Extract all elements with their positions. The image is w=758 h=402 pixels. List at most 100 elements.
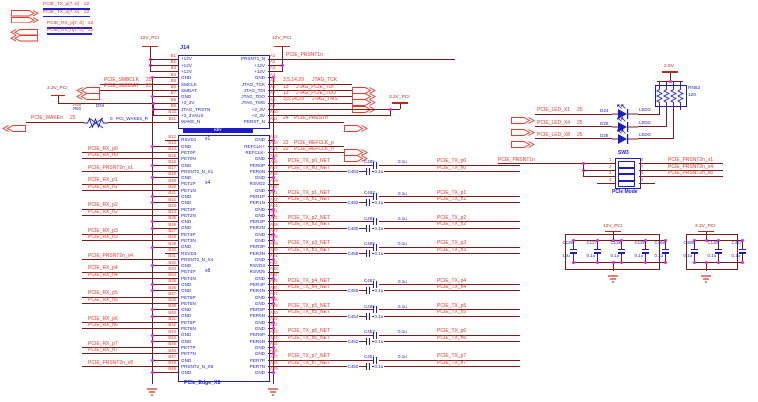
cap-value: 0.1u [398,241,407,247]
pin-name: GND [181,94,192,100]
wire [108,121,178,123]
pin-name: PER6P [249,332,265,338]
pin-number: A23 [270,202,278,208]
switch-segment [618,161,635,168]
bus-wire [47,33,92,36]
cap-value: 0.1u [610,252,620,258]
pin-name: PER3P [249,244,265,250]
pin-number: A37 [270,290,278,296]
wire [153,115,178,117]
wire [597,182,615,184]
pin-number: B21 [168,190,176,196]
pin-number: B29 [168,240,176,246]
pin-name: PET2N [181,212,196,218]
net-label: PCIE_TX_p3 [437,240,467,247]
resistor-dni-icon [84,116,108,129]
pin-name: GND [254,156,265,162]
capacitor-icon [690,248,698,250]
capacitor-icon [569,248,577,250]
power-label: 12V_PCI [140,35,160,41]
pin-number: B7 [170,90,176,96]
resistor-icon [669,86,678,104]
wire [666,103,667,127]
cap-ref: C452 [347,338,359,344]
pin-number: B44 [168,334,176,340]
cap-ref: C453 [364,328,375,334]
led-ref: D24 [600,108,609,114]
pin-name: GND [254,370,265,376]
net-label: PCIE_TX_p6_NET [288,328,330,335]
cap-ref: C487 [731,240,743,246]
pin-name: GND [254,294,265,300]
cap-ref: C484 [347,168,359,174]
wire [150,64,178,66]
cap-value: 0.1u [374,200,384,206]
cap-ref: C127 [586,240,598,246]
pin-name: GND [254,206,265,212]
net-label: PCIE_TX_n6_NET [288,334,330,341]
pin-name: GND [181,200,192,206]
net-label: PCIE_TX_n2_NET [288,221,330,228]
page-ref: 22 [88,27,94,33]
pin-number: A15 [270,152,278,158]
pin-name: GND [181,263,192,269]
wire [680,103,681,110]
pin-number: A46 [270,347,278,353]
net-label: PCIE_REFCLK_n [294,145,334,152]
resistor-icon [655,86,664,104]
pin-name: PER0P [249,162,265,168]
net-label: PCIE_RX_n5 [88,296,118,303]
pin-name: GND [181,143,192,149]
pin-name: GND [181,162,192,168]
wire [583,169,615,171]
pin-number: A38 [270,297,278,303]
led-part: LEDG [639,107,651,113]
cap-ref: C458 [347,250,359,256]
pin-name: PER3N [249,250,265,256]
cap-ref: C128 [610,240,622,246]
pin-name: PET1N [181,187,196,193]
resnet-ref: RN52 [688,86,701,91]
pin-number: B36 [168,284,176,290]
offpage-arrow-right-icon [352,100,376,113]
ground-icon [146,384,158,396]
net-label: PCIE_TX_n7_NET [288,359,330,366]
switch-caption: PCIe Mode [612,188,638,195]
pin-number: A31 [270,253,278,259]
cap-ref: C482 [347,200,359,206]
pin-name: JTAG_TMS [241,100,265,106]
power-label: 12V_PCI [272,35,292,41]
capacitor-icon [365,224,367,232]
junction-dot [704,260,708,264]
pin-number: B32 [168,259,176,265]
pin-number: B49 [168,366,176,372]
capacitor-icon [617,248,625,250]
capacitor-icon [369,312,371,320]
cap-value: 0.1u [731,252,741,258]
capacitor-icon [365,168,367,175]
pin-number: A41 [270,316,278,321]
pin-name: GND [181,370,192,376]
pin-name: GND [254,137,265,143]
pin-name: PER6N [249,338,265,344]
net-label: PCIE_TX_p3_NET [288,240,330,247]
resistor-value: 0 [110,115,113,121]
pin-name: PET3N [181,238,196,243]
wire [150,58,178,60]
wire [268,64,282,66]
page-ref: 25 [577,131,583,138]
offpage-arrow-left-icon [76,87,100,100]
pin-name: RSVD1 [181,137,197,143]
wire [268,58,455,60]
page-ref: 22 [84,2,90,8]
pin-number: B18 [168,171,176,177]
ground-icon [700,271,712,283]
resistor-icon [676,86,685,104]
offpage-arrow-right-icon [344,119,368,132]
power-label: 2.5V [664,63,674,69]
pin-name: PET1P [181,181,196,187]
cap-ref: C481 [364,215,375,221]
led-part: LEDG [639,119,651,125]
led-ref: D25 [600,120,609,126]
pin-name: GND [181,281,192,287]
